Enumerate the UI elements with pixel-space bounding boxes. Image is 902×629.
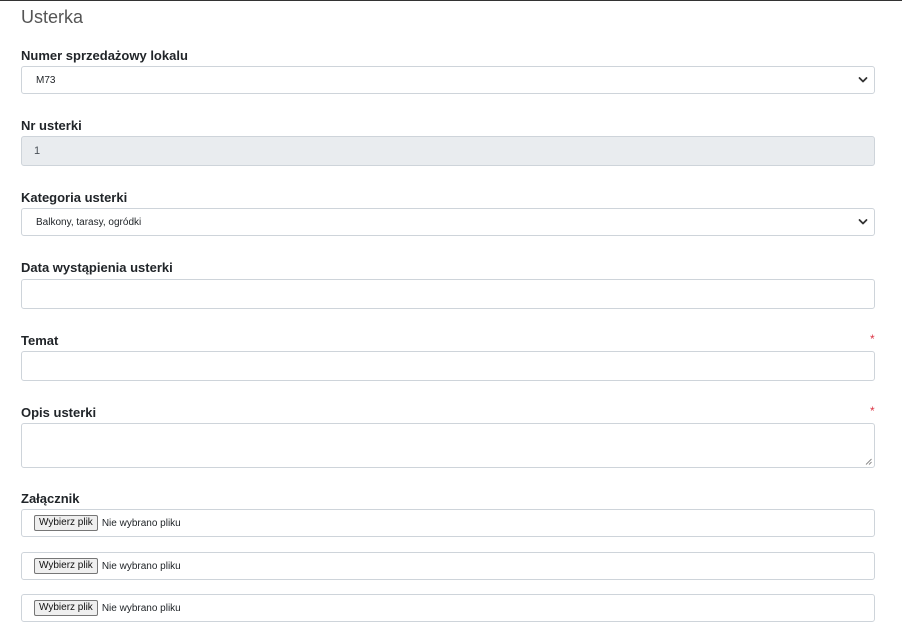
choose-file-button[interactable]: Wybierz plik	[34, 600, 98, 616]
attachment-label: Załącznik	[21, 491, 80, 506]
sale-number-select[interactable]: M73	[21, 66, 875, 94]
chevron-down-icon	[858, 219, 868, 225]
subject-label: Temat	[21, 333, 59, 348]
resize-handle-icon[interactable]	[865, 458, 872, 465]
description-textarea[interactable]	[21, 423, 875, 468]
sale-number-label: Numer sprzedażowy lokalu	[21, 48, 188, 63]
date-input[interactable]	[21, 279, 875, 309]
defect-number-label: Nr usterki	[21, 118, 82, 133]
category-value: Balkony, tarasy, ogródki	[36, 216, 142, 228]
required-mark: *	[870, 404, 875, 418]
required-mark: *	[870, 332, 875, 346]
top-border	[0, 0, 902, 1]
category-label: Kategoria usterki	[21, 190, 128, 205]
choose-file-button[interactable]: Wybierz plik	[34, 558, 98, 574]
file-status: Nie wybrano pliku	[101, 560, 181, 572]
chevron-down-icon	[858, 77, 868, 83]
defect-number-field: 1	[21, 136, 875, 166]
subject-input[interactable]	[21, 351, 875, 381]
choose-file-button[interactable]: Wybierz plik	[34, 515, 98, 531]
file-input-1[interactable]: Wybierz plik Nie wybrano pliku	[21, 509, 875, 537]
sale-number-value: M73	[36, 74, 56, 86]
category-select[interactable]: Balkony, tarasy, ogródki	[21, 208, 875, 236]
file-input-3[interactable]: Wybierz plik Nie wybrano pliku	[21, 594, 875, 622]
file-status: Nie wybrano pliku	[101, 602, 181, 614]
file-status: Nie wybrano pliku	[101, 517, 181, 529]
file-input-2[interactable]: Wybierz plik Nie wybrano pliku	[21, 552, 875, 580]
description-label: Opis usterki	[21, 405, 97, 420]
defect-number-value: 1	[34, 145, 41, 157]
form-title: Usterka	[21, 7, 84, 27]
date-label: Data wystąpienia usterki	[21, 260, 173, 275]
